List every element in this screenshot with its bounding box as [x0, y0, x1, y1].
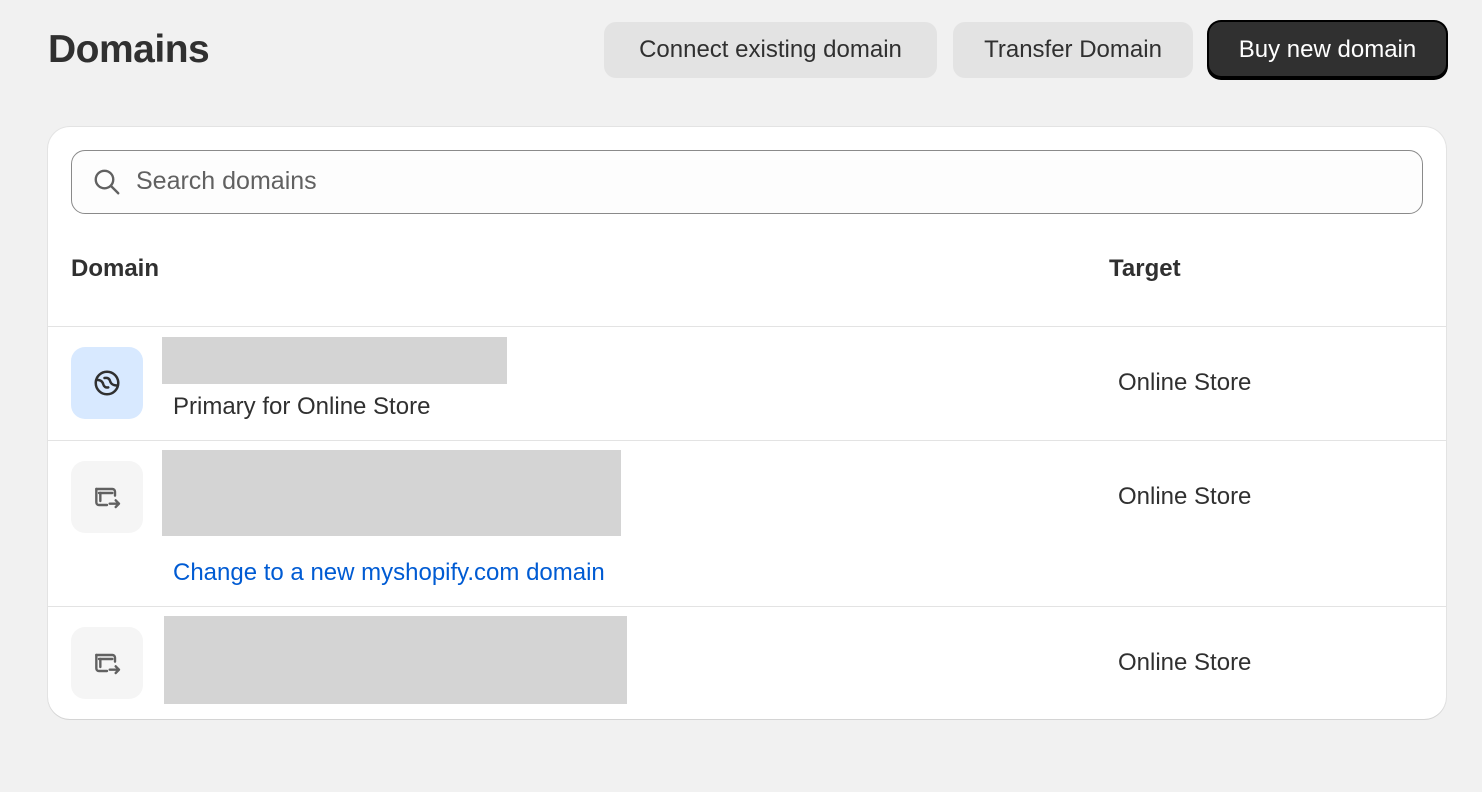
globe-badge [71, 347, 143, 419]
page-header: Domains Connect existing domain Transfer… [48, 22, 1446, 78]
redirect-badge [71, 627, 143, 699]
table-row[interactable]: Primary for Online Store Online Store [48, 326, 1446, 440]
column-header-domain: Domain [71, 255, 160, 282]
table-row[interactable]: Online Store [48, 606, 1446, 719]
page-title: Domains [48, 28, 210, 71]
redacted-domain-name [162, 337, 507, 384]
table-row[interactable]: Change to a new myshopify.com domain Onl… [48, 440, 1446, 606]
search-field[interactable] [71, 150, 1423, 214]
search-input[interactable] [136, 151, 1406, 212]
redirect-icon [95, 487, 121, 509]
redirect-badge [71, 461, 143, 533]
globe-icon [94, 370, 120, 396]
connect-existing-domain-button[interactable]: Connect existing domain [604, 22, 937, 78]
search-icon [94, 169, 120, 195]
redacted-domain-name [162, 450, 621, 536]
target-value: Online Store [1118, 369, 1252, 396]
target-value: Online Store [1118, 483, 1252, 510]
change-myshopify-domain-link[interactable]: Change to a new myshopify.com domain [173, 559, 605, 587]
transfer-domain-button[interactable]: Transfer Domain [953, 22, 1193, 78]
redacted-domain-name [164, 616, 627, 704]
column-header-target: Target [1109, 255, 1181, 282]
primary-label: Primary for Online Store [173, 393, 431, 420]
redirect-icon [95, 653, 121, 675]
target-value: Online Store [1118, 649, 1252, 676]
buy-new-domain-button[interactable]: Buy new domain [1209, 22, 1446, 78]
domains-card: Domain Target Primary for Online Store O… [48, 127, 1446, 719]
